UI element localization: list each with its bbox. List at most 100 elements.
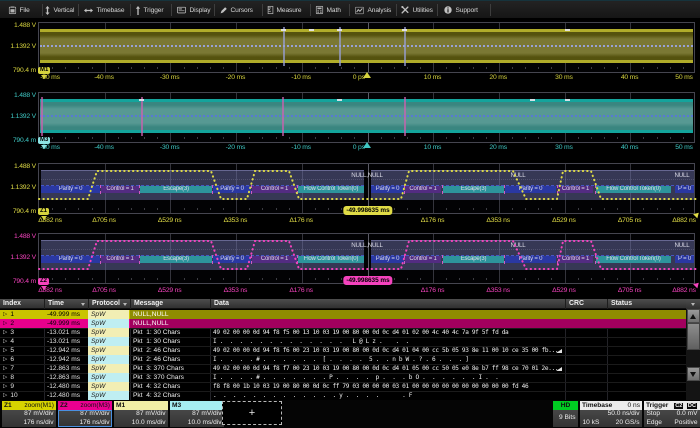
tick — [118, 137, 119, 139]
column-header-label: Data — [214, 300, 229, 307]
descriptor-Z2[interactable]: Z2zoom(M3)87 mV/div176 ns/div — [58, 401, 112, 427]
menu-item-support[interactable]: Support — [443, 2, 478, 18]
row-expand-arrow[interactable]: ▷ — [3, 374, 7, 383]
column-header-crc[interactable]: CRC — [565, 299, 607, 309]
descriptor-title: M1 — [116, 401, 125, 410]
table-row[interactable]: ▷8-12.863 msSpWPkt 3: 370 CharsI . . . .… — [0, 373, 686, 382]
menu-item-file[interactable]: File — [8, 2, 30, 18]
table-row[interactable]: ▷4-13.021 msSpWPkt 1: 30 CharsI . . . . … — [0, 337, 686, 346]
descriptor-subtitle: zoom(M1) — [24, 401, 54, 410]
tick — [446, 67, 447, 69]
table-row[interactable]: ▷1-49.999 msSpWNULL,NULL — [0, 310, 686, 319]
column-filter-arrow[interactable] — [123, 303, 127, 306]
menu-item-cursors[interactable]: Cursors — [219, 2, 253, 18]
support-info-icon — [444, 6, 452, 14]
tick — [210, 67, 211, 69]
waveform-blip — [282, 97, 284, 136]
trigger-coupling-badge: DC — [686, 402, 698, 410]
row-expand-arrow[interactable]: ▷ — [3, 365, 7, 374]
trigger-box[interactable]: TriggerC2DCStop0.0 mVEdgePositive — [644, 401, 700, 427]
trace-badge-Z1[interactable]: Z1 — [38, 208, 49, 215]
grid-M1[interactable] — [38, 22, 695, 73]
menu-separator — [171, 4, 172, 16]
cell-protocol: SpW — [88, 310, 130, 319]
table-row[interactable]: ▷10-12.480 msSpWPkt 4: 32 Chars. . . . .… — [0, 391, 686, 400]
cell-message: Pkt 2: 46 Chars — [130, 355, 210, 364]
descriptor-title: Z2 — [60, 401, 68, 410]
grid-M3[interactable] — [38, 92, 695, 143]
descriptor-M1[interactable]: M187 mV/div10.0 ms/div — [114, 401, 168, 427]
descriptor-hscale: 176 ns/div — [5, 419, 54, 428]
column-filter-arrow[interactable] — [81, 303, 85, 306]
tick — [578, 137, 579, 139]
row-expand-arrow[interactable]: ▷ — [3, 356, 7, 365]
trigger-position-marker[interactable] — [363, 72, 371, 78]
time-axis-label: 20 ms — [489, 74, 507, 81]
descriptor-M3[interactable]: M387 mV/div10.0 ms/div — [170, 401, 224, 427]
vertical-scale-bottom-label: 790.4 m — [0, 208, 36, 215]
vertical-scale-mid-label: 1.1392 V — [0, 184, 36, 191]
timebase-box[interactable]: Timebase0 ns50.0 ns/div10 kS20 GS/s — [580, 401, 642, 427]
table-header-corner[interactable] — [686, 299, 700, 309]
trace-badge-M1[interactable]: M1 — [38, 67, 50, 74]
menu-item-timebase[interactable]: Timebase — [83, 2, 124, 18]
descriptor-Z1[interactable]: Z1zoom(M1)87 mV/div176 ns/div — [2, 401, 56, 427]
trigger-arrow-icon — [136, 5, 141, 14]
scrollbar-thumb[interactable] — [687, 323, 700, 350]
row-expand-arrow[interactable]: ▷ — [3, 329, 7, 338]
menu-item-label: Support — [456, 7, 478, 14]
table-row[interactable]: ▷7-12.863 msSpWPkt 3: 370 Chars49 02 00 … — [0, 364, 686, 373]
row-expand-arrow[interactable]: ▷ — [3, 347, 7, 356]
waveform-spike — [309, 29, 314, 32]
menu-item-vertical[interactable]: Vertical — [44, 2, 74, 18]
menu-item-display[interactable]: Display — [176, 2, 210, 18]
descriptor-header: M1 — [114, 401, 168, 410]
hd-mode-box[interactable]: HD9 Bits — [553, 401, 578, 427]
trigger-source-badges: C2DC — [672, 401, 698, 410]
table-row[interactable]: ▷5-12.942 msSpWPkt 2: 46 Chars49 02 00 0… — [0, 346, 686, 355]
column-header-data[interactable]: Data — [210, 299, 565, 309]
trace-badge-Z2[interactable]: Z2 — [38, 278, 49, 285]
column-header-message[interactable]: Message — [130, 299, 210, 309]
row-index: 2 — [10, 320, 14, 327]
time-axis-label: Δ529 ns — [158, 217, 182, 224]
row-expand-arrow[interactable]: ▷ — [3, 320, 7, 329]
table-row[interactable]: ▷2-49.999 msSpWNULL,NULL — [0, 319, 686, 328]
tick — [670, 137, 671, 139]
column-header-index[interactable]: Index — [0, 299, 44, 309]
trace-badge-M3[interactable]: M3 — [38, 137, 50, 144]
time-axis-label: 40 ms — [621, 144, 639, 151]
down-arrow-icon — [690, 372, 696, 377]
menu-item-math[interactable]: Math — [315, 2, 341, 18]
time-axis-label: -30 ms — [160, 74, 180, 81]
time-axis-label: -40 ms — [94, 144, 114, 151]
scrollbar-down-button[interactable] — [687, 367, 700, 381]
row-expand-arrow[interactable]: ▷ — [3, 338, 7, 347]
descriptor-hscale: 10.0 ms/div — [173, 419, 222, 428]
cell-message: Pkt 4: 32 Chars — [130, 382, 210, 391]
row-expand-arrow[interactable]: ▷ — [3, 383, 7, 392]
time-axis-label: 10 ms — [424, 74, 442, 81]
tick — [289, 67, 290, 69]
menu-item-utilities[interactable]: Utilities — [400, 2, 433, 18]
column-header-status[interactable]: Status — [607, 299, 686, 309]
zoom-center-time-badge: -49.998635 ms — [343, 206, 392, 215]
time-axis-label: -10 ms — [291, 74, 311, 81]
menu-item-analysis[interactable]: Analysis — [354, 2, 391, 18]
waveform-spike — [337, 99, 342, 102]
column-header-label: CRC — [569, 300, 584, 307]
row-expand-arrow[interactable]: ▷ — [3, 392, 7, 401]
row-expand-arrow[interactable]: ▷ — [3, 311, 7, 320]
timebase-samples: 10 kS — [583, 419, 600, 428]
table-row[interactable]: ▷9-12.480 msSpWPkt 4: 32 Charsf8 f8 00 1… — [0, 382, 686, 391]
table-row[interactable]: ▷6-12.942 msSpWPkt 2: 46 CharsI . . . . … — [0, 355, 686, 364]
menu-separator — [214, 4, 215, 16]
waveform-spike — [281, 29, 286, 32]
table-row[interactable]: ▷3-13.021 msSpWPkt 1: 30 Chars49 02 00 0… — [0, 328, 686, 337]
menu-item-measure[interactable]: Measure — [267, 2, 301, 18]
menu-item-trigger[interactable]: Trigger — [135, 2, 163, 18]
add-trace-button[interactable]: + — [222, 401, 282, 425]
scrollbar-up-button[interactable] — [687, 309, 700, 323]
trigger-position-marker[interactable] — [363, 142, 371, 148]
descriptor-subtitle: zoom(M3) — [80, 401, 110, 410]
